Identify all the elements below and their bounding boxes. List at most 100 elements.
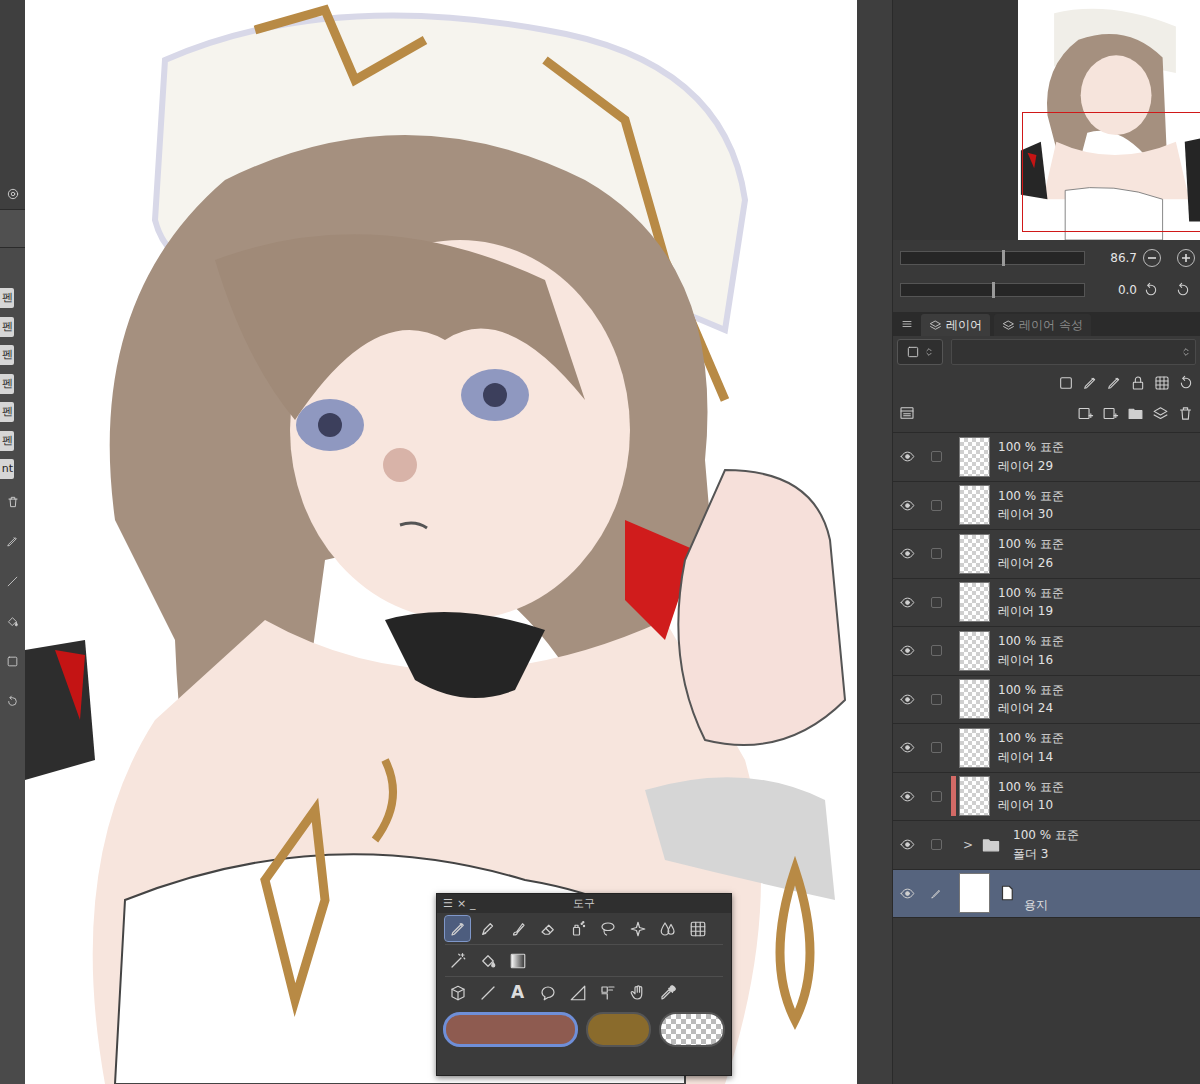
- tool-button[interactable]: A: [505, 980, 530, 1005]
- tool-button[interactable]: [565, 916, 590, 941]
- tool-button[interactable]: [535, 980, 560, 1005]
- layer-row[interactable]: 100 % 표준레이어 16: [893, 627, 1200, 676]
- sub-tool-item[interactable]: 펜: [0, 370, 25, 399]
- palette-control-button[interactable]: _: [468, 894, 478, 913]
- sub-tool-item[interactable]: 펜: [0, 313, 25, 342]
- layer-checkbox[interactable]: [931, 500, 942, 511]
- blend-mode-combo[interactable]: [897, 339, 943, 365]
- blend-mode-select[interactable]: [951, 339, 1196, 365]
- layer-row[interactable]: 100 % 표준레이어 30: [893, 482, 1200, 531]
- layer-edit-toggle[interactable]: [921, 791, 951, 802]
- tool-button[interactable]: [625, 916, 650, 941]
- slider-track[interactable]: [900, 283, 1085, 297]
- layer-row[interactable]: 100 % 표준레이어 24: [893, 676, 1200, 725]
- sub-tool-item[interactable]: nt: [0, 455, 25, 484]
- layer-checkbox[interactable]: [931, 548, 942, 559]
- tool-button[interactable]: [595, 916, 620, 941]
- pen-icon[interactable]: [1106, 375, 1122, 391]
- visibility-toggle[interactable]: [893, 498, 921, 513]
- box-icon[interactable]: [1058, 375, 1074, 391]
- layer-edit-toggle[interactable]: [921, 839, 951, 850]
- layer-row[interactable]: 용지: [893, 870, 1200, 919]
- visibility-toggle[interactable]: [893, 546, 921, 561]
- tool-button[interactable]: [685, 916, 710, 941]
- sub-tool-item[interactable]: 펜: [0, 284, 25, 313]
- tool-button[interactable]: [655, 916, 680, 941]
- slider-track[interactable]: [900, 251, 1085, 265]
- fill-icon[interactable]: [6, 615, 19, 628]
- visibility-toggle[interactable]: [893, 449, 921, 464]
- tool-button[interactable]: [625, 980, 650, 1005]
- list-icon[interactable]: [899, 405, 915, 421]
- tool-button[interactable]: [445, 980, 470, 1005]
- layer-edit-toggle[interactable]: [921, 886, 951, 901]
- visibility-toggle[interactable]: [893, 740, 921, 755]
- visibility-toggle[interactable]: [893, 692, 921, 707]
- menu-icon[interactable]: [901, 318, 913, 330]
- tool-button[interactable]: [595, 980, 620, 1005]
- tool-button[interactable]: [445, 948, 470, 973]
- tool-button[interactable]: [475, 980, 500, 1005]
- layer-row[interactable]: 100 % 표준레이어 10: [893, 773, 1200, 822]
- tool-button[interactable]: [505, 948, 530, 973]
- color-swatch[interactable]: [586, 1012, 652, 1047]
- rotate-icon[interactable]: [6, 695, 19, 708]
- layer-checkbox[interactable]: [931, 742, 942, 753]
- palette-title-bar[interactable]: ☰×_도구: [437, 894, 731, 913]
- layer-edit-toggle[interactable]: [921, 742, 951, 753]
- folder-expander[interactable]: >: [959, 836, 977, 854]
- layers-icon[interactable]: [1152, 405, 1169, 422]
- layer-edit-toggle[interactable]: [921, 645, 951, 656]
- layer-row[interactable]: 100 % 표준레이어 14: [893, 724, 1200, 773]
- tool-button[interactable]: [535, 916, 560, 941]
- layer-checkbox[interactable]: [931, 694, 942, 705]
- trash-icon[interactable]: [6, 495, 20, 509]
- rotate-icon[interactable]: [1178, 375, 1194, 391]
- visibility-toggle[interactable]: [893, 595, 921, 610]
- tool-button[interactable]: [505, 916, 530, 941]
- sub-tool-item[interactable]: 펜: [0, 398, 25, 427]
- navigator-preview[interactable]: [1018, 0, 1200, 240]
- palette-control-button[interactable]: ×: [455, 894, 468, 913]
- panel-tab[interactable]: 레이어 속성: [994, 314, 1091, 336]
- panel-tab[interactable]: 레이어: [921, 314, 990, 336]
- visibility-toggle[interactable]: [893, 643, 921, 658]
- layer-checkbox[interactable]: [931, 839, 942, 850]
- layer-edit-toggle[interactable]: [921, 597, 951, 608]
- lock-icon[interactable]: [1130, 375, 1146, 391]
- visibility-toggle[interactable]: [893, 789, 921, 804]
- tool-button[interactable]: [475, 948, 500, 973]
- slider-handle[interactable]: [992, 282, 995, 298]
- layer-row[interactable]: 100 % 표준레이어 19: [893, 579, 1200, 628]
- layer-checkbox[interactable]: [931, 645, 942, 656]
- navigator-view-frame[interactable]: [1022, 112, 1200, 232]
- color-swatch[interactable]: [443, 1012, 578, 1047]
- layer-edit-toggle[interactable]: [921, 548, 951, 559]
- visibility-toggle[interactable]: [893, 886, 921, 901]
- layer-checkbox[interactable]: [931, 451, 942, 462]
- tool-button[interactable]: [565, 980, 590, 1005]
- tool-button[interactable]: [475, 916, 500, 941]
- sub-tool-item[interactable]: 펜: [0, 427, 25, 456]
- mesh-icon[interactable]: [1154, 375, 1170, 391]
- layer-row[interactable]: 100 % 표준레이어 29: [893, 433, 1200, 482]
- plusbox-icon[interactable]: [1077, 405, 1094, 422]
- drawing-canvas[interactable]: ☰×_도구 A: [25, 0, 857, 1084]
- folder-icon[interactable]: [1127, 405, 1144, 422]
- pen-icon[interactable]: [6, 535, 19, 548]
- visibility-toggle[interactable]: [893, 837, 921, 852]
- palette-control-button[interactable]: ☰: [441, 894, 455, 913]
- settings-icon[interactable]: [6, 187, 20, 201]
- layer-edit-toggle[interactable]: [921, 694, 951, 705]
- slider-handle[interactable]: [1002, 250, 1005, 266]
- layer-row[interactable]: 100 % 표준레이어 26: [893, 530, 1200, 579]
- pen-icon[interactable]: [1082, 375, 1098, 391]
- sub-tool-item[interactable]: 펜: [0, 341, 25, 370]
- tool-button[interactable]: [655, 980, 680, 1005]
- layer-row[interactable]: >100 % 표준폴더 3: [893, 821, 1200, 870]
- layer-checkbox[interactable]: [931, 791, 942, 802]
- rotate-right-icon[interactable]: [1175, 282, 1191, 298]
- tool-button[interactable]: [445, 916, 470, 941]
- transparent-color-swatch[interactable]: [659, 1012, 725, 1047]
- zoom-out-icon[interactable]: [1143, 249, 1161, 267]
